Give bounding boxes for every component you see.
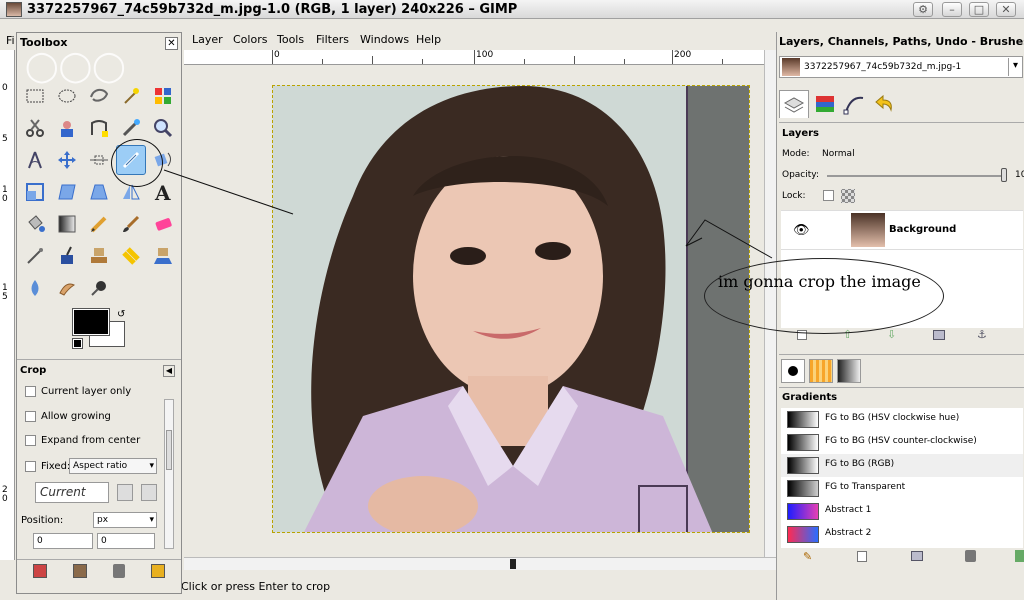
annotation-text: im gonna crop the image: [718, 272, 921, 291]
annotation-ellipse: [704, 258, 944, 334]
